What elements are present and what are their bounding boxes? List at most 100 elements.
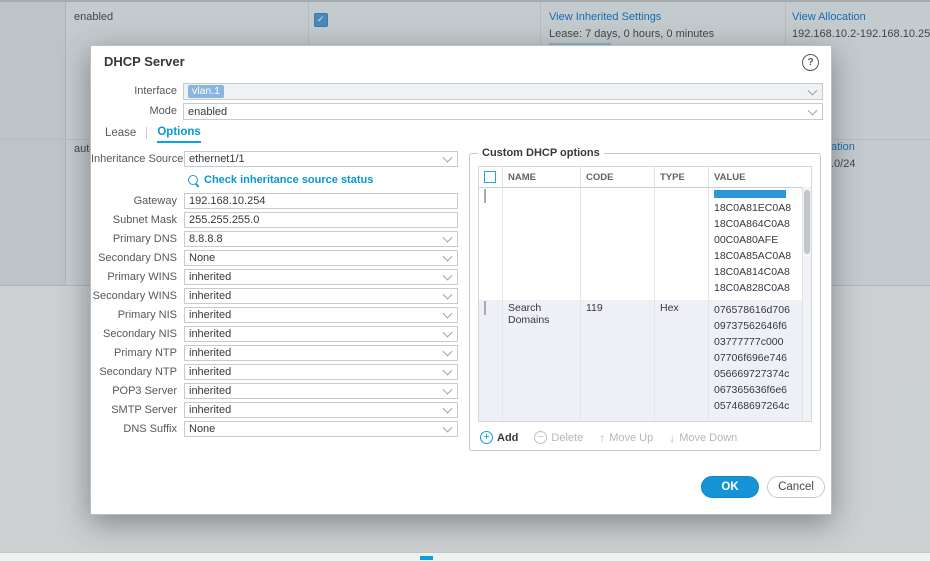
- primary-ntp-row: Primary NTP inherited: [91, 343, 463, 362]
- minus-icon: [534, 431, 547, 444]
- primary-dns-row: Primary DNS 8.8.8.8: [91, 229, 463, 248]
- delete-button[interactable]: Delete: [534, 431, 583, 444]
- custom-dhcp-options-panel: Custom DHCP options NAME CODE TYPE VALUE: [469, 153, 821, 451]
- check-inheritance-row: Check inheritance source status: [91, 168, 463, 191]
- tab-options[interactable]: Options: [157, 126, 200, 143]
- dhcp-server-dialog: DHCP Server ? Interface vlan.1 Mode enab…: [90, 45, 832, 515]
- secondary-dns-row: Secondary DNS None: [91, 248, 463, 267]
- chevron-down-icon: [443, 327, 453, 337]
- pop3-server-row: POP3 Server inherited: [91, 381, 463, 400]
- smtp-server-row: SMTP Server inherited: [91, 400, 463, 419]
- value-line: 00C0A80AFE: [714, 232, 806, 248]
- move-up-label: Move Up: [609, 432, 653, 444]
- select-all-checkbox[interactable]: [484, 171, 496, 183]
- pop3-server-select[interactable]: inherited: [184, 383, 458, 399]
- check-inheritance-link[interactable]: Check inheritance source status: [204, 174, 373, 186]
- move-down-button[interactable]: Move Down: [669, 432, 737, 444]
- subnet-mask-label: Subnet Mask: [91, 214, 184, 226]
- primary-ntp-value: inherited: [189, 347, 231, 359]
- secondary-nis-label: Secondary NIS: [91, 328, 184, 340]
- secondary-wins-select[interactable]: inherited: [184, 288, 458, 304]
- row-checkbox[interactable]: [484, 301, 486, 315]
- value-line: 18C0A81EC0A8: [714, 200, 806, 216]
- secondary-nis-select[interactable]: inherited: [184, 326, 458, 342]
- subnet-mask-input[interactable]: [184, 212, 458, 228]
- primary-dns-label: Primary DNS: [91, 233, 184, 245]
- secondary-wins-value: inherited: [189, 290, 231, 302]
- primary-dns-select[interactable]: 8.8.8.8: [184, 231, 458, 247]
- chevron-down-icon: [443, 422, 453, 432]
- value-line: 18C0A85AC0A8: [714, 248, 806, 264]
- col-header-name: NAME: [503, 167, 581, 187]
- move-up-button[interactable]: Move Up: [599, 432, 653, 444]
- options-form: Inheritance Source ethernet1/1 Check inh…: [91, 149, 463, 438]
- secondary-dns-select[interactable]: None: [184, 250, 458, 266]
- primary-ntp-label: Primary NTP: [91, 347, 184, 359]
- primary-wins-row: Primary WINS inherited: [91, 267, 463, 286]
- option-row[interactable]: 18C0A81EC0A8 18C0A864C0A8 00C0A80AFE 18C…: [479, 188, 811, 300]
- gateway-row: Gateway: [91, 191, 463, 210]
- row-checkbox-cell: [479, 188, 503, 300]
- help-icon[interactable]: ?: [802, 54, 819, 71]
- up-arrow-icon: [599, 432, 605, 444]
- col-header-value: VALUE: [709, 167, 811, 187]
- primary-wins-select[interactable]: inherited: [184, 269, 458, 285]
- chevron-down-icon: [443, 289, 453, 299]
- add-button[interactable]: Add: [480, 431, 518, 444]
- selected-value-partial[interactable]: [714, 190, 786, 198]
- primary-dns-value: 8.8.8.8: [189, 233, 223, 245]
- value-line: 076578616d706: [714, 302, 806, 318]
- secondary-dns-value: None: [189, 252, 215, 264]
- value-line: 057468697264c: [714, 398, 806, 414]
- primary-nis-value: inherited: [189, 309, 231, 321]
- chevron-down-icon: [443, 403, 453, 413]
- primary-nis-label: Primary NIS: [91, 309, 184, 321]
- dns-suffix-label: DNS Suffix: [91, 423, 184, 435]
- smtp-server-select[interactable]: inherited: [184, 402, 458, 418]
- add-label: Add: [497, 432, 518, 444]
- search-icon: [188, 175, 198, 185]
- secondary-ntp-select[interactable]: inherited: [184, 364, 458, 380]
- footer-indicator: [420, 556, 433, 560]
- cancel-button[interactable]: Cancel: [767, 476, 825, 498]
- inheritance-source-label: Inheritance Source: [91, 153, 184, 165]
- secondary-nis-value: inherited: [189, 328, 231, 340]
- chevron-down-icon: [443, 232, 453, 242]
- secondary-wins-row: Secondary WINS inherited: [91, 286, 463, 305]
- value-line: 067365636f6e6: [714, 382, 806, 398]
- mode-select[interactable]: enabled: [183, 103, 823, 120]
- interface-row: Interface vlan.1: [91, 83, 831, 100]
- value-line: 056669727374c: [714, 366, 806, 382]
- chevron-down-icon: [443, 346, 453, 356]
- inheritance-source-select[interactable]: ethernet1/1: [184, 151, 458, 167]
- pop3-server-value: inherited: [189, 385, 231, 397]
- screen: enabled View Inherited Settings Lease: 7…: [0, 0, 930, 561]
- dns-suffix-select[interactable]: None: [184, 421, 458, 437]
- type-cell: [655, 188, 709, 300]
- table-body: 18C0A81EC0A8 18C0A864C0A8 00C0A80AFE 18C…: [479, 188, 811, 421]
- col-header-code: CODE: [581, 167, 655, 187]
- value-line: 09737562646f6: [714, 318, 806, 334]
- page-footer: [0, 552, 930, 561]
- interface-value-chip: vlan.1: [188, 85, 224, 98]
- panel-title: Custom DHCP options: [478, 147, 604, 159]
- mode-row: Mode enabled: [91, 103, 831, 120]
- table-scrollbar[interactable]: [802, 187, 811, 421]
- tab-lease[interactable]: Lease: [105, 127, 136, 142]
- secondary-nis-row: Secondary NIS inherited: [91, 324, 463, 343]
- select-all-cell: [479, 167, 503, 187]
- type-cell: Hex: [655, 300, 709, 421]
- mode-value: enabled: [188, 106, 227, 118]
- value-cell: 18C0A81EC0A8 18C0A864C0A8 00C0A80AFE 18C…: [709, 188, 811, 300]
- scrollbar-thumb[interactable]: [804, 190, 810, 254]
- option-row[interactable]: Search Domains 119 Hex 076578616d706 097…: [479, 300, 811, 421]
- gateway-input[interactable]: [184, 193, 458, 209]
- ok-button[interactable]: OK: [701, 476, 759, 498]
- pop3-server-label: POP3 Server: [91, 385, 184, 397]
- row-checkbox[interactable]: [484, 189, 486, 203]
- value-line: 18C0A814C0A8: [714, 264, 806, 280]
- primary-ntp-select[interactable]: inherited: [184, 345, 458, 361]
- primary-nis-select[interactable]: inherited: [184, 307, 458, 323]
- chevron-down-icon: [443, 384, 453, 394]
- interface-select[interactable]: vlan.1: [183, 83, 823, 100]
